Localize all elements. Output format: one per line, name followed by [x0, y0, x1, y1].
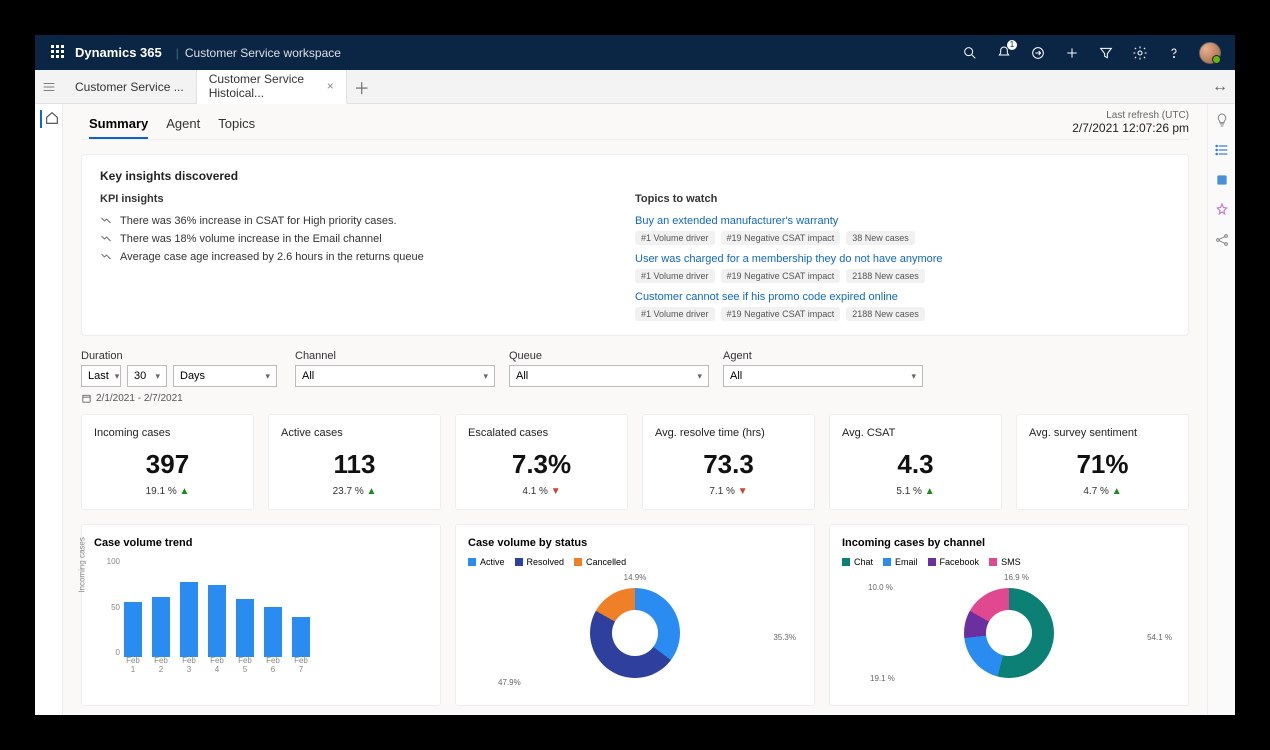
filter-label-channel: Channel	[295, 350, 495, 362]
chart-title: Incoming cases by channel	[842, 537, 1176, 549]
date-range-display: 2/1/2021 - 2/7/2021	[81, 393, 1189, 404]
brand-divider: |	[176, 46, 179, 60]
filter-label-queue: Queue	[509, 350, 709, 362]
expand-pane-icon[interactable]: ↔	[1205, 70, 1235, 103]
last-refresh: Last refresh (UTC) 2/7/2021 12:07:26 pm	[1072, 108, 1189, 135]
knowledge-icon[interactable]	[1214, 202, 1230, 218]
legend-item: SMS	[989, 557, 1021, 567]
brand-label: Dynamics 365	[75, 45, 162, 60]
tab-historical-analytics[interactable]: Customer Service Histoical... ×	[197, 70, 347, 104]
right-rail	[1207, 104, 1235, 715]
refresh-label: Last refresh (UTC)	[1072, 110, 1189, 121]
topic-link[interactable]: Buy an extended manufacturer's warranty	[635, 215, 1170, 227]
bar	[152, 597, 170, 657]
chart-title: Case volume by status	[468, 537, 802, 549]
legend-item: Email	[883, 557, 918, 567]
bar	[180, 582, 198, 657]
share-icon[interactable]	[1214, 232, 1230, 248]
duration-value-select[interactable]: 30▾	[127, 365, 167, 387]
agent-icon[interactable]	[1214, 172, 1230, 188]
session-tabstrip: Customer Service ... Customer Service Hi…	[35, 70, 1235, 104]
list-icon[interactable]	[1214, 142, 1230, 158]
kpi-card: Avg. survey sentiment71%4.7 % ▲	[1016, 414, 1189, 510]
bar	[264, 607, 282, 657]
legend-item: Chat	[842, 557, 873, 567]
report-tab-topics[interactable]: Topics	[218, 116, 255, 139]
close-icon[interactable]: ×	[327, 79, 334, 93]
home-icon[interactable]	[40, 110, 58, 128]
topic-chip: 2188 New cases	[846, 269, 925, 283]
insight-item: There was 18% volume increase in the Ema…	[100, 233, 635, 245]
refresh-timestamp: 2/7/2021 12:07:26 pm	[1072, 121, 1189, 135]
card-case-volume-trend: Case volume trend Incoming cases 100500 …	[81, 524, 441, 706]
legend-item: Active	[468, 557, 505, 567]
report-tab-agent[interactable]: Agent	[166, 116, 200, 139]
topic-chip: #1 Volume driver	[635, 269, 715, 283]
filter-label-agent: Agent	[723, 350, 923, 362]
key-insights-panel: Key insights discovered KPI insights The…	[81, 154, 1189, 336]
bar	[236, 599, 254, 657]
main-content: Summary Agent Topics Last refresh (UTC) …	[63, 104, 1207, 715]
left-rail	[35, 104, 63, 715]
user-avatar[interactable]	[1199, 42, 1221, 64]
legend-item: Facebook	[928, 557, 980, 567]
topic-link[interactable]: Customer cannot see if his promo code ex…	[635, 291, 1170, 303]
workspace-label: Customer Service workspace	[185, 46, 341, 60]
chart-title: Case volume trend	[94, 537, 428, 549]
topics-heading: Topics to watch	[635, 193, 1170, 205]
new-icon[interactable]	[1063, 44, 1081, 62]
topic-chip: #19 Negative CSAT impact	[721, 307, 841, 321]
lightbulb-icon[interactable]	[1214, 112, 1230, 128]
bar	[292, 617, 310, 657]
duration-unit-select[interactable]: Days▾	[173, 365, 277, 387]
report-tabs: Summary Agent Topics	[81, 108, 255, 139]
nav-menu-icon[interactable]	[35, 70, 63, 103]
topic-chip: #19 Negative CSAT impact	[721, 269, 841, 283]
topic-chip: 38 New cases	[846, 231, 915, 245]
channel-select[interactable]: All▾	[295, 365, 495, 387]
topic-chip: #1 Volume driver	[635, 307, 715, 321]
insights-title: Key insights discovered	[100, 169, 635, 183]
tab-label: Customer Service Histoical...	[209, 72, 319, 100]
add-activity-icon[interactable]	[1029, 44, 1047, 62]
kpi-insights-heading: KPI insights	[100, 193, 635, 205]
legend-item: Resolved	[515, 557, 565, 567]
tab-label: Customer Service ...	[75, 80, 184, 94]
kpi-row: Incoming cases39719.1 % ▲Active cases113…	[81, 414, 1189, 510]
filter-icon[interactable]	[1097, 44, 1115, 62]
card-case-volume-status: Case volume by status Active Resolved Canc…	[455, 524, 815, 706]
tab-customer-service[interactable]: Customer Service ...	[63, 70, 197, 103]
topic-chip: #19 Negative CSAT impact	[721, 231, 841, 245]
bar	[208, 585, 226, 657]
queue-select[interactable]: All▾	[509, 365, 709, 387]
bar	[124, 602, 142, 657]
topic-chip: #1 Volume driver	[635, 231, 715, 245]
kpi-card: Avg. CSAT4.35.1 % ▲	[829, 414, 1002, 510]
app-launcher-icon[interactable]	[51, 45, 67, 61]
topic-link[interactable]: User was charged for a membership they d…	[635, 253, 1170, 265]
insight-item: Average case age increased by 2.6 hours …	[100, 251, 635, 263]
top-navbar: Dynamics 365 | Customer Service workspac…	[35, 35, 1235, 70]
help-icon[interactable]	[1165, 44, 1183, 62]
kpi-card: Incoming cases39719.1 % ▲	[81, 414, 254, 510]
settings-icon[interactable]	[1131, 44, 1149, 62]
notification-badge: 1	[1007, 40, 1017, 50]
kpi-card: Active cases11323.7 % ▲	[268, 414, 441, 510]
report-tab-summary[interactable]: Summary	[89, 116, 148, 139]
filter-row: Duration Last▾ 30▾ Days▾ Channel All▾ Qu…	[81, 350, 1189, 387]
legend-item: Cancelled	[574, 557, 626, 567]
search-icon[interactable]	[961, 44, 979, 62]
notifications-icon[interactable]: 1	[995, 44, 1013, 62]
card-incoming-channel: Incoming cases by channel Chat Email Faceb…	[829, 524, 1189, 706]
duration-mode-select[interactable]: Last▾	[81, 365, 121, 387]
insight-item: There was 36% increase in CSAT for High …	[100, 215, 635, 227]
new-tab-button[interactable]: ＋	[347, 70, 377, 103]
filter-label-duration: Duration	[81, 350, 281, 362]
agent-select[interactable]: All▾	[723, 365, 923, 387]
kpi-card: Escalated cases7.3%4.1 % ▼	[455, 414, 628, 510]
kpi-card: Avg. resolve time (hrs)73.37.1 % ▼	[642, 414, 815, 510]
topic-chip: 2188 New cases	[846, 307, 925, 321]
